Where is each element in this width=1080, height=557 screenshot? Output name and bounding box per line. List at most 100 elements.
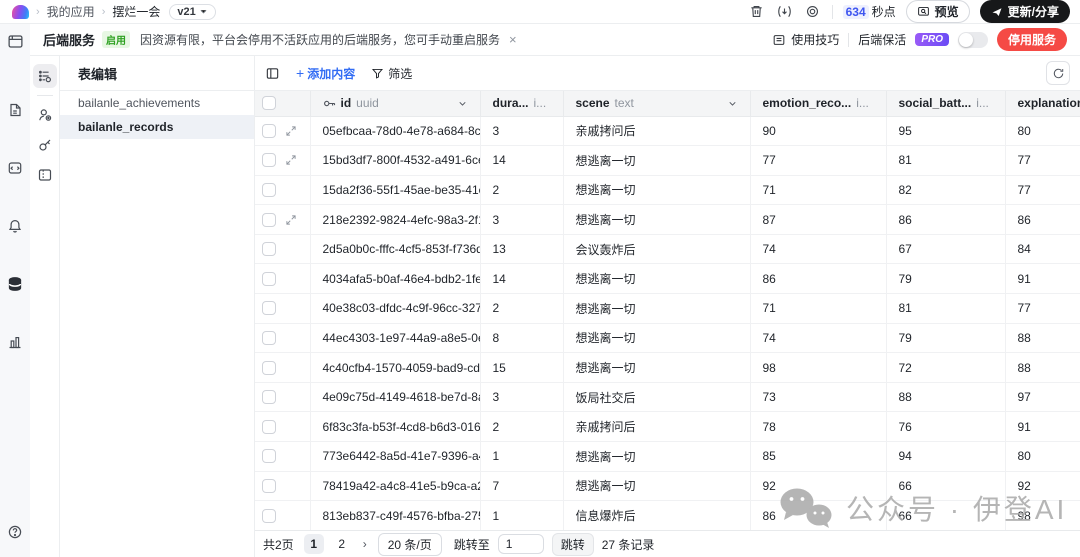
cell-id[interactable]: 4e09c75d-4149-4618-be7d-8a9c3... <box>310 382 481 413</box>
cell-explanation[interactable]: 97 <box>1005 382 1080 413</box>
table-row[interactable]: 15da2f36-55f1-45ae-be35-41c6fd...2想逃离一切7… <box>255 175 1080 206</box>
cell-id[interactable]: 15bd3df7-800f-4532-a491-6cef17... <box>310 145 481 176</box>
cell-duration[interactable]: 14 <box>480 263 564 295</box>
cell-scene[interactable]: 想逃离一切 <box>563 323 751 354</box>
cell-emotion-recovery[interactable]: 92 <box>750 471 887 502</box>
cell-emotion-recovery[interactable]: 98 <box>750 352 887 383</box>
cell-id[interactable]: 813eb837-c49f-4576-bfba-2753d... <box>310 500 481 530</box>
next-page-icon[interactable]: › <box>360 537 370 551</box>
row-checkbox[interactable] <box>262 271 276 286</box>
keepalive-toggle[interactable] <box>957 31 988 48</box>
cell-duration[interactable]: 8 <box>480 323 564 354</box>
trash-icon[interactable] <box>748 3 766 21</box>
cell-scene[interactable]: 想逃离一切 <box>563 441 751 472</box>
help-icon[interactable] <box>6 523 24 541</box>
stop-service-button[interactable]: 停用服务 <box>996 28 1067 51</box>
cell-scene[interactable]: 信息爆炸后 <box>563 500 751 530</box>
cell-social-battery[interactable]: 67 <box>886 234 1006 265</box>
cell-explanation[interactable]: 84 <box>1005 234 1080 265</box>
column-header-social-battery[interactable]: social_batt... i... <box>886 91 1006 117</box>
table-row[interactable]: 773e6442-8a5d-41e7-9396-a4b49...1想逃离一切85… <box>255 441 1080 472</box>
cell-scene[interactable]: 想逃离一切 <box>563 293 751 324</box>
cell-scene[interactable]: 想逃离一切 <box>563 471 751 502</box>
cell-id[interactable]: 2d5a0b0c-fffc-4cf5-853f-f736d0... <box>310 234 481 265</box>
cell-emotion-recovery[interactable]: 74 <box>750 323 887 354</box>
cell-emotion-recovery[interactable]: 74 <box>750 234 887 265</box>
cell-duration[interactable]: 3 <box>480 204 564 235</box>
column-header-emotion-recovery[interactable]: emotion_reco... i... <box>750 91 887 117</box>
version-selector[interactable]: v21 <box>169 3 216 20</box>
cell-explanation[interactable]: 77 <box>1005 293 1080 324</box>
cell-social-battery[interactable]: 86 <box>886 204 1006 235</box>
cell-scene[interactable]: 饭局社交后 <box>563 382 751 413</box>
row-checkbox[interactable] <box>262 419 276 434</box>
breadcrumb-my-apps[interactable]: 我的应用 <box>47 3 95 20</box>
cell-scene[interactable]: 会议轰炸后 <box>563 234 751 265</box>
expand-record-icon[interactable] <box>285 214 297 226</box>
cell-id[interactable]: 773e6442-8a5d-41e7-9396-a4b49... <box>310 441 481 472</box>
cell-emotion-recovery[interactable]: 73 <box>750 382 887 413</box>
table-row[interactable]: 05efbcaa-78d0-4e78-a684-8c961...3亲戚拷问后90… <box>255 116 1080 147</box>
cell-id[interactable]: 44ec4303-1e97-44a9-a8e5-0eb0... <box>310 323 481 354</box>
cell-explanation[interactable]: 98 <box>1005 500 1080 530</box>
row-checkbox[interactable] <box>262 153 276 168</box>
cell-duration[interactable]: 2 <box>480 411 564 443</box>
app-logo[interactable] <box>12 4 29 19</box>
select-all-checkbox[interactable] <box>262 96 276 111</box>
cell-id[interactable]: 4034afa5-b0af-46e4-bdb2-1fe901... <box>310 263 481 295</box>
cell-social-battery[interactable]: 81 <box>886 145 1006 176</box>
breadcrumb-project[interactable]: 摆烂一会 <box>112 3 160 20</box>
cell-social-battery[interactable]: 95 <box>886 116 1006 147</box>
table-row[interactable]: 4c40cfb4-1570-4059-bad9-cdffd...15想逃离一切9… <box>255 352 1080 383</box>
cell-social-battery[interactable]: 66 <box>886 500 1006 530</box>
table-row[interactable]: 44ec4303-1e97-44a9-a8e5-0eb0...8想逃离一切747… <box>255 323 1080 354</box>
cell-explanation[interactable]: 77 <box>1005 145 1080 176</box>
row-checkbox[interactable] <box>262 123 276 138</box>
table-item-achievements[interactable]: bailanle_achievements <box>60 91 254 115</box>
cell-social-battery[interactable]: 66 <box>886 471 1006 502</box>
cell-duration[interactable]: 1 <box>480 441 564 472</box>
cell-explanation[interactable]: 86 <box>1005 204 1080 235</box>
bell-icon[interactable] <box>6 217 24 235</box>
cell-explanation[interactable]: 92 <box>1005 471 1080 502</box>
cell-social-battery[interactable]: 82 <box>886 175 1006 206</box>
table-row[interactable]: 78419a42-a4c8-41e5-b9ca-a23b9...7想逃离一切92… <box>255 471 1080 502</box>
table-row[interactable]: 40e38c03-dfdc-4c9f-96cc-3279b...2想逃离一切71… <box>255 293 1080 324</box>
expand-record-icon[interactable] <box>285 125 297 137</box>
cell-emotion-recovery[interactable]: 90 <box>750 116 887 147</box>
chevron-down-icon[interactable] <box>727 98 738 109</box>
column-header-duration[interactable]: dura... i... <box>480 91 564 117</box>
target-icon[interactable] <box>804 3 822 21</box>
cell-emotion-recovery[interactable]: 85 <box>750 441 887 472</box>
cell-scene[interactable]: 亲戚拷问后 <box>563 411 751 443</box>
user-gear-icon[interactable] <box>33 103 57 127</box>
row-checkbox[interactable] <box>262 360 276 375</box>
filter-button[interactable]: 筛选 <box>371 65 412 82</box>
cell-explanation[interactable]: 91 <box>1005 411 1080 443</box>
version-history-icon[interactable] <box>776 3 794 21</box>
cell-social-battery[interactable]: 72 <box>886 352 1006 383</box>
cell-duration[interactable]: 14 <box>480 145 564 176</box>
table-item-records[interactable]: bailanle_records <box>60 115 254 139</box>
database-icon[interactable] <box>6 275 24 293</box>
document-icon[interactable] <box>6 101 24 119</box>
row-checkbox[interactable] <box>262 449 276 464</box>
cell-explanation[interactable]: 88 <box>1005 352 1080 383</box>
cell-scene[interactable]: 想逃离一切 <box>563 145 751 176</box>
cell-explanation[interactable]: 91 <box>1005 263 1080 295</box>
cell-duration[interactable]: 2 <box>480 293 564 324</box>
cell-scene[interactable]: 想逃离一切 <box>563 263 751 295</box>
key-icon[interactable] <box>33 133 57 157</box>
jump-button[interactable]: 跳转 <box>551 532 594 556</box>
row-checkbox[interactable] <box>262 301 276 316</box>
row-checkbox[interactable] <box>262 212 276 227</box>
cell-emotion-recovery[interactable]: 86 <box>750 500 887 530</box>
cell-duration[interactable]: 1 <box>480 500 564 530</box>
table-row[interactable]: 218e2392-9824-4efc-98a3-2f1e4c...3想逃离一切8… <box>255 204 1080 235</box>
table-row[interactable]: 4e09c75d-4149-4618-be7d-8a9c3...3饭局社交后73… <box>255 382 1080 413</box>
collapse-panel-icon[interactable] <box>33 163 57 187</box>
cell-id[interactable]: 05efbcaa-78d0-4e78-a684-8c961... <box>310 116 481 147</box>
add-content-button[interactable]: + 添加内容 <box>296 65 355 82</box>
page-size-select[interactable]: 20 条/页 <box>377 532 442 556</box>
cell-duration[interactable]: 13 <box>480 234 564 265</box>
